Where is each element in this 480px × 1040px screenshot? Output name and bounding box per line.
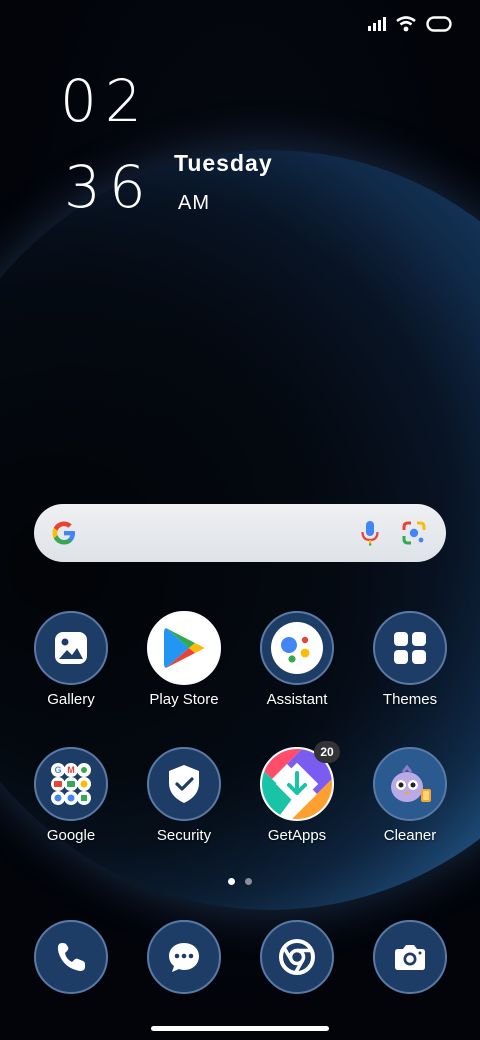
security-icon	[147, 747, 221, 821]
themes-icon	[373, 611, 447, 685]
app-play-store[interactable]: Play Store	[129, 611, 239, 708]
gallery-icon	[34, 611, 108, 685]
page-dot-2[interactable]	[245, 878, 252, 885]
assistant-icon	[260, 611, 334, 685]
google-search-bar[interactable]	[34, 504, 446, 562]
app-themes[interactable]: Themes	[355, 611, 465, 708]
app-label: GetApps	[267, 827, 327, 844]
app-assistant[interactable]: Assistant	[242, 611, 352, 708]
page-indicator	[0, 878, 480, 885]
status-bar	[368, 16, 452, 32]
phone-icon	[34, 920, 108, 994]
dock-camera[interactable]	[355, 920, 465, 994]
clock-minute: 36	[64, 153, 154, 221]
app-security[interactable]: Security	[129, 747, 239, 844]
messages-icon	[147, 920, 221, 994]
dock-chrome[interactable]	[242, 920, 352, 994]
google-logo-icon	[52, 521, 75, 545]
app-label: Play Store	[149, 691, 219, 708]
app-gallery[interactable]: Gallery	[16, 611, 126, 708]
app-google-folder[interactable]: G M Google	[16, 747, 126, 844]
camera-icon	[373, 920, 447, 994]
battery-icon	[426, 16, 452, 32]
app-label: Themes	[382, 691, 438, 708]
app-label: Google	[46, 827, 96, 844]
home-gesture-bar[interactable]	[151, 1026, 329, 1031]
microphone-icon[interactable]	[360, 519, 380, 547]
clock-ampm: AM	[178, 192, 210, 214]
app-label: Security	[156, 827, 212, 844]
signal-icon	[368, 17, 386, 31]
app-label: Cleaner	[383, 827, 437, 844]
chrome-icon	[260, 920, 334, 994]
play-store-icon	[147, 611, 221, 685]
clock-widget[interactable]: 02 36 Tuesday AM	[60, 67, 272, 221]
dock-messages[interactable]	[129, 920, 239, 994]
google-folder-icon: G M	[34, 747, 108, 821]
lens-icon[interactable]	[400, 519, 428, 547]
app-label: Assistant	[266, 691, 328, 708]
clock-hour: 02	[60, 67, 150, 135]
notification-badge: 20	[314, 741, 340, 763]
svg-text:G: G	[54, 765, 61, 775]
svg-text:M: M	[67, 765, 75, 775]
clock-day: Tuesday	[174, 150, 273, 176]
getapps-icon: 20	[260, 741, 340, 821]
page-dot-1[interactable]	[228, 878, 235, 885]
app-cleaner[interactable]: Cleaner	[355, 747, 465, 844]
app-label: Gallery	[47, 691, 95, 708]
app-getapps[interactable]: 20 GetApps	[242, 741, 352, 844]
wifi-icon	[396, 16, 416, 32]
cleaner-icon	[373, 747, 447, 821]
dock-phone[interactable]	[16, 920, 126, 994]
